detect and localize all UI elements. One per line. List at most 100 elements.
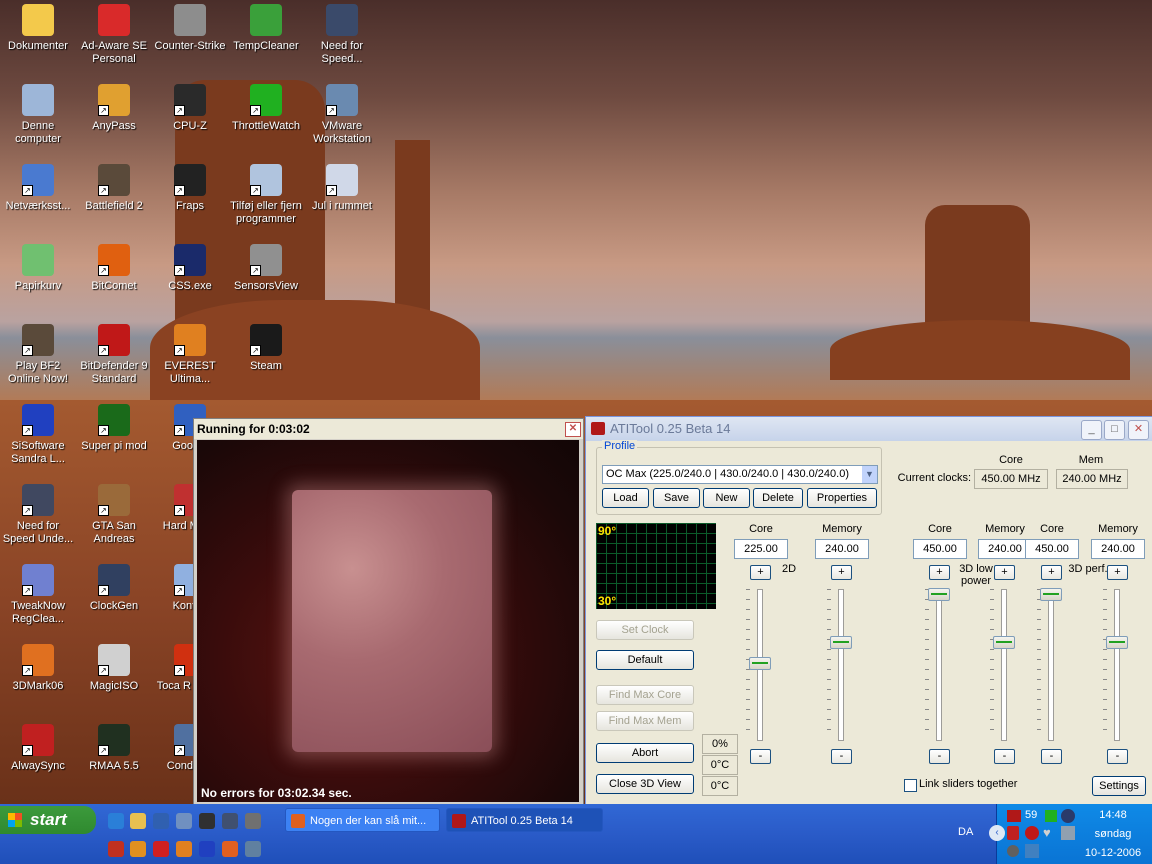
desktop-icon[interactable]: ↗ Play BF2 Online Now! [0,324,76,386]
minimize-icon[interactable]: _ [1081,420,1102,440]
media-player-icon[interactable] [153,813,169,829]
memory-minus-button[interactable]: - [1107,749,1128,764]
desktop-icon[interactable]: ↗ TweakNow RegClea... [0,564,76,626]
core-plus-button[interactable]: + [750,565,771,580]
desktop-icon[interactable]: ↗ Jul i rummet [304,164,380,213]
desktop-icon[interactable]: ↗ EVEREST Ultima... [152,324,228,386]
sensor-tray-icon[interactable] [1045,810,1057,822]
ie-icon[interactable] [108,813,124,829]
task-atitool[interactable]: ATITool 0.25 Beta 14 [446,808,603,832]
memory-slider-thumb[interactable] [993,636,1015,649]
close-icon[interactable]: ✕ [1128,420,1149,440]
atitool-window[interactable]: ATITool 0.25 Beta 14 _ □ ✕ Profile OC Ma… [585,416,1152,806]
core-slider-thumb[interactable] [749,657,771,670]
memory-plus-button[interactable]: + [994,565,1015,580]
default-button[interactable]: Default [596,650,694,670]
properties-button[interactable]: Properties [807,488,877,508]
core-plus-button[interactable]: + [1041,565,1062,580]
core-minus-button[interactable]: - [929,749,950,764]
desktop-icon[interactable]: ↗ AnyPass [76,84,152,133]
desktop-icon[interactable]: ↗ ClockGen [76,564,152,613]
everest-icon[interactable] [176,841,192,857]
shield-icon[interactable] [1007,826,1019,840]
clock-day[interactable]: søndag [1077,828,1149,840]
desktop-icon[interactable]: ↗ MagicISO [76,644,152,693]
app-icon-3[interactable] [153,841,169,857]
desktop-icon[interactable]: ↗ Battlefield 2 [76,164,152,213]
profile-select[interactable]: OC Max (225.0/240.0 | 430.0/240.0 | 430.… [602,465,878,484]
desktop-icon[interactable]: ↗ AlwaySync [0,724,76,773]
close-3d-view-button[interactable]: Close 3D View [596,774,694,794]
clock-time[interactable]: 14:48 [1077,809,1149,821]
desktop-icon[interactable]: ↗ CPU-Z [152,84,228,133]
desktop-icon[interactable]: Need for Speed... [304,4,380,66]
close-icon[interactable]: ✕ [565,422,581,437]
desktop-icon[interactable]: ↗ Need for Speed Unde... [0,484,76,546]
3d-view-window[interactable]: Running for 0:03:02 ✕ No errors for 03:0… [193,418,584,806]
core-clock-input[interactable]: 450.00 [913,539,967,559]
language-indicator[interactable]: DA [958,826,973,838]
core-minus-button[interactable]: - [750,749,771,764]
core-slider-thumb[interactable] [1040,588,1062,601]
desktop-icon[interactable]: ↗ 3DMark06 [0,644,76,693]
clockgen-icon[interactable] [222,813,238,829]
task-firefox[interactable]: Nogen der kan slå mit... [285,808,440,832]
delete-button[interactable]: Delete [753,488,803,508]
cpu-z-icon[interactable] [199,813,215,829]
link-sliders-label[interactable]: Link sliders together [919,778,1017,790]
desktop-icon[interactable]: Dokumenter [0,4,76,53]
counter-strike-icon[interactable] [245,813,261,829]
app-icon-1[interactable] [108,841,124,857]
tray-expand-icon[interactable]: ‹ [989,825,1005,841]
atitool-titlebar[interactable]: ATITool 0.25 Beta 14 _ □ ✕ [586,417,1152,441]
core-clock-input[interactable]: 225.00 [734,539,788,559]
show-desktop-icon[interactable] [176,813,192,829]
outlook-icon[interactable] [130,813,146,829]
desktop-icon[interactable]: ↗ RMAA 5.5 [76,724,152,773]
bitdefender-tray-icon[interactable] [1025,826,1039,840]
memory-clock-input[interactable]: 240.00 [978,539,1032,559]
desktop-icon[interactable]: Counter-Strike [152,4,228,53]
desktop-icon[interactable]: ↗ SensorsView [228,244,304,293]
new-button[interactable]: New [703,488,750,508]
desktop-icon[interactable]: ↗ ThrottleWatch [228,84,304,133]
chevron-down-icon[interactable]: ▼ [862,466,877,483]
network-tray-icon[interactable] [1061,809,1075,823]
find-max-mem-button[interactable]: Find Max Mem [596,711,694,731]
desktop-icon[interactable]: ↗ Netværksst... [0,164,76,213]
app-icon-2[interactable] [130,841,146,857]
save-button[interactable]: Save [653,488,700,508]
desktop-icon[interactable]: ↗ VMware Workstation [304,84,380,146]
memory-slider-thumb[interactable] [830,636,852,649]
desktop-icon[interactable]: ↗ Steam [228,324,304,373]
core-plus-button[interactable]: + [929,565,950,580]
desktop-icon[interactable]: Ad-Aware SE Personal [76,4,152,66]
core-minus-button[interactable]: - [1041,749,1062,764]
heart-icon[interactable]: ♥ [1043,826,1057,840]
desktop-icon[interactable]: ↗ BitComet [76,244,152,293]
settings-button[interactable]: Settings [1092,776,1146,796]
desktop-icon[interactable]: ↗ BitDefender 9 Standard [76,324,152,386]
abort-button[interactable]: Abort [596,743,694,763]
desktop-icon[interactable]: ↗ Super pi mod [76,404,152,453]
memory-minus-button[interactable]: - [994,749,1015,764]
maximize-icon[interactable]: □ [1104,420,1125,440]
ati-tray-icon[interactable] [1007,810,1021,822]
desktop-icon[interactable]: TempCleaner [228,4,304,53]
memory-slider-thumb[interactable] [1106,636,1128,649]
start-button[interactable]: start [0,806,96,834]
memory-clock-input[interactable]: 240.00 [815,539,869,559]
find-max-core-button[interactable]: Find Max Core [596,685,694,705]
desktop-icon[interactable]: ↗ Tilføj eller fjern programmer [228,164,304,226]
sandra-icon[interactable] [199,841,215,857]
firefox-icon[interactable] [222,841,238,857]
memory-clock-input[interactable]: 240.00 [1091,539,1145,559]
set-clock-button[interactable]: Set Clock [596,620,694,640]
app-icon-4[interactable] [245,841,261,857]
desktop-icon[interactable]: Papirkurv [0,244,76,293]
core-slider-thumb[interactable] [928,588,950,601]
core-clock-input[interactable]: 450.00 [1025,539,1079,559]
memory-plus-button[interactable]: + [831,565,852,580]
desktop-icon[interactable]: ↗ CSS.exe [152,244,228,293]
desktop-icon[interactable]: Denne computer [0,84,76,146]
